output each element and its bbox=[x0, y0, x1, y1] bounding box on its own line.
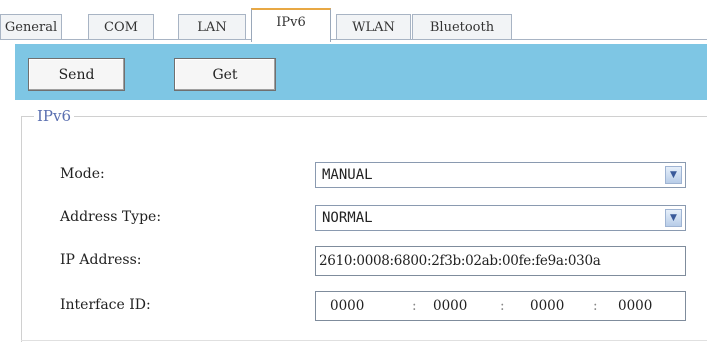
chevron-down-icon[interactable]: ▼ bbox=[665, 209, 682, 227]
mode-select[interactable]: MANUAL ▼ bbox=[315, 162, 686, 188]
tab-lan[interactable]: LAN bbox=[178, 14, 246, 39]
interface-id-separator: : bbox=[593, 298, 598, 314]
chevron-down-icon[interactable]: ▼ bbox=[665, 166, 682, 184]
tab-wlan[interactable]: WLAN bbox=[336, 14, 411, 39]
bottom-divider bbox=[21, 340, 707, 341]
ip-address-value: 2610:0008:6800:2f3b:02ab:00fe:fe9a:030a bbox=[319, 253, 601, 269]
tab-strip: General COM LAN IPv6 WLAN Bluetooth bbox=[0, 0, 707, 42]
interface-id-segment-4[interactable]: 0000 bbox=[618, 298, 652, 314]
tab-com[interactable]: COM bbox=[88, 14, 154, 39]
address-type-label: Address Type: bbox=[60, 209, 162, 225]
interface-id-label: Interface ID: bbox=[60, 297, 151, 313]
mode-label: Mode: bbox=[60, 166, 105, 182]
interface-id-segment-2[interactable]: 0000 bbox=[433, 298, 467, 314]
interface-id-segment-3[interactable]: 0000 bbox=[530, 298, 564, 314]
address-type-select[interactable]: NORMAL ▼ bbox=[315, 205, 686, 231]
group-title: IPv6 bbox=[34, 107, 75, 125]
interface-id-separator: : bbox=[412, 298, 417, 314]
tab-bluetooth[interactable]: Bluetooth bbox=[412, 14, 512, 39]
address-type-value: NORMAL bbox=[322, 210, 373, 226]
interface-id-field: 0000 : 0000 : 0000 : 0000 bbox=[315, 291, 686, 321]
tab-ipv6[interactable]: IPv6 bbox=[251, 8, 331, 42]
action-toolbar: Send Get bbox=[15, 44, 707, 100]
tab-general[interactable]: General bbox=[0, 14, 62, 39]
interface-id-segment-1[interactable]: 0000 bbox=[330, 298, 364, 314]
ip-address-label: IP Address: bbox=[60, 252, 142, 268]
tab-divider bbox=[0, 39, 707, 40]
mode-value: MANUAL bbox=[322, 167, 373, 183]
interface-id-separator: : bbox=[500, 298, 505, 314]
get-button[interactable]: Get bbox=[174, 58, 276, 91]
send-button[interactable]: Send bbox=[28, 58, 125, 91]
ip-address-field[interactable]: 2610:0008:6800:2f3b:02ab:00fe:fe9a:030a bbox=[315, 246, 686, 276]
